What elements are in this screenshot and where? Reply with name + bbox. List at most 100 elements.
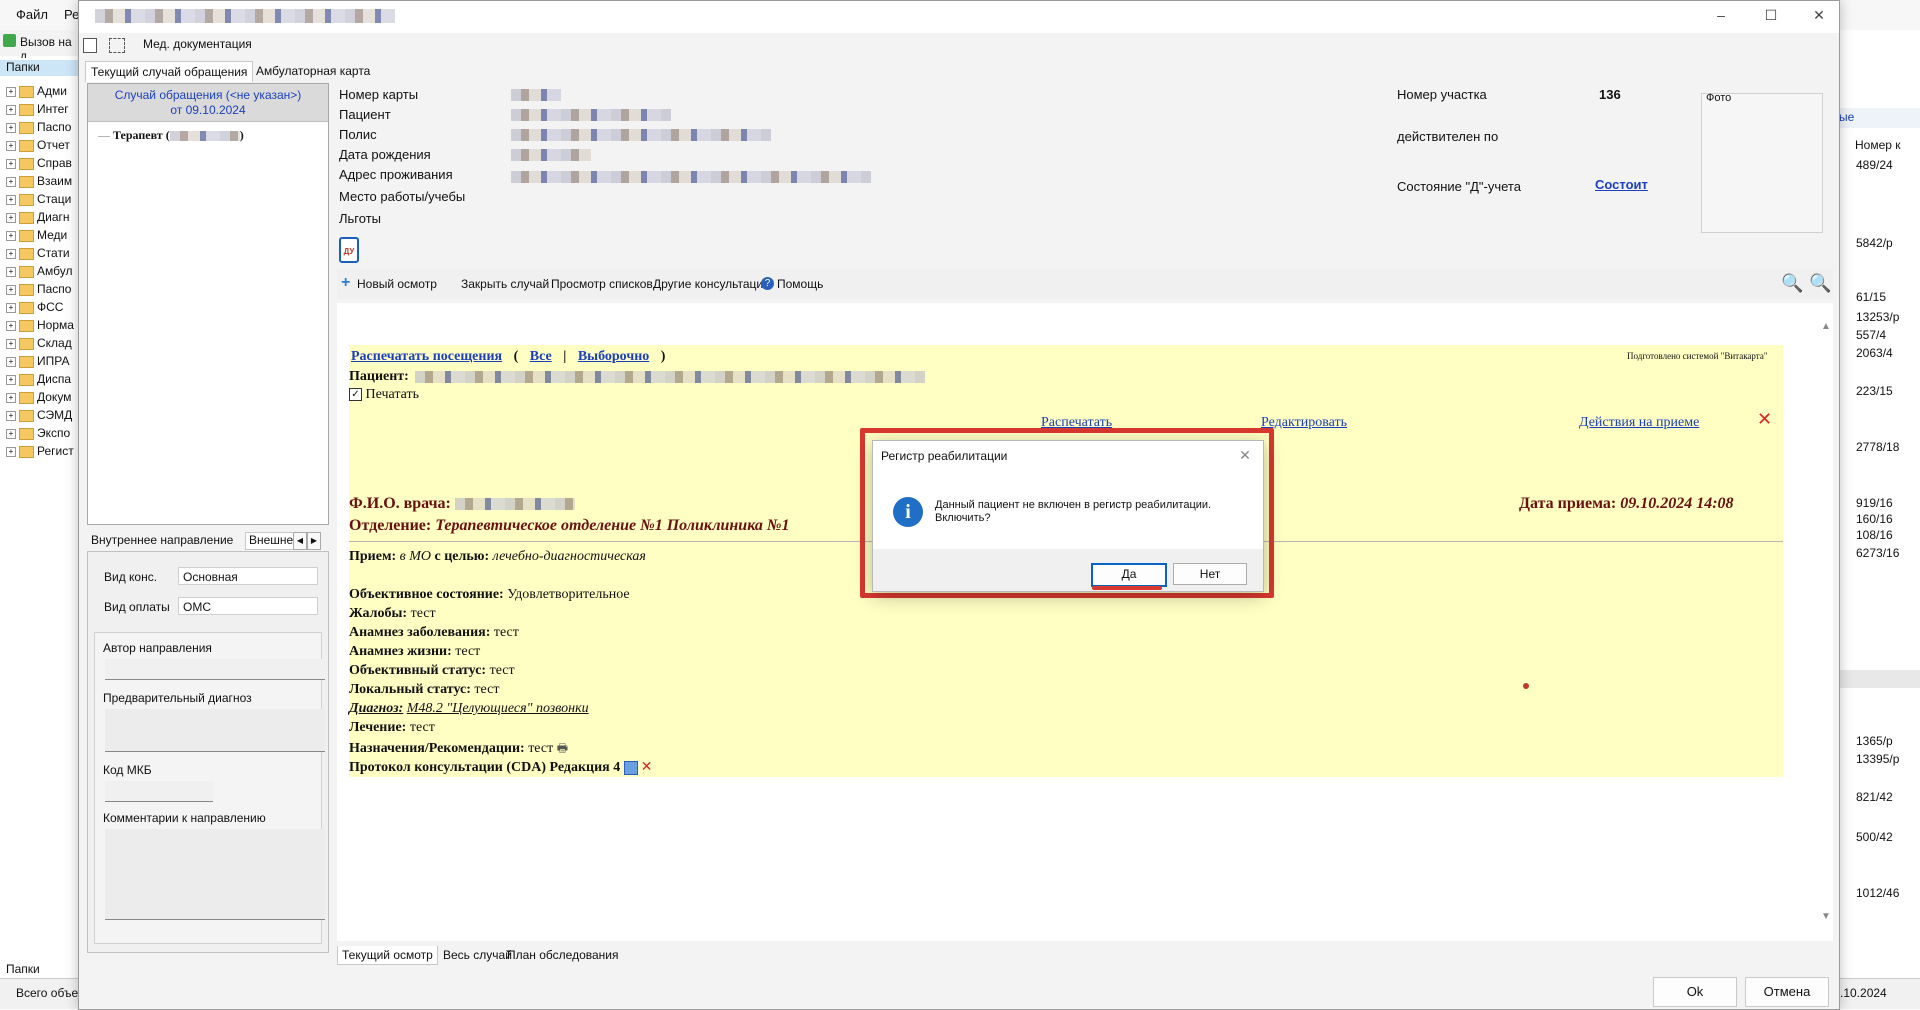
tab-outpatient-card[interactable]: Амбулаторная карта (251, 61, 375, 81)
maximize-icon[interactable]: ☐ (1759, 7, 1783, 27)
scroll-down-icon[interactable]: ▼ (1821, 911, 1831, 922)
table-cell[interactable]: 2778/18 (1856, 440, 1899, 454)
dialog-close-icon[interactable]: ✕ (1235, 447, 1255, 465)
table-cell[interactable]: 61/15 (1856, 290, 1886, 304)
settings-icon[interactable] (109, 38, 125, 53)
help-button[interactable]: Помощь (777, 277, 823, 291)
expand-icon[interactable]: + (6, 410, 16, 421)
vid-oplaty-field[interactable]: ОМС (178, 597, 318, 615)
expand-icon[interactable]: + (6, 230, 16, 241)
table-cell[interactable]: 223/15 (1856, 384, 1893, 398)
tree-item[interactable]: + Норма (6, 318, 78, 336)
table-cell[interactable]: 160/16 (1856, 512, 1893, 526)
tree-item[interactable]: + СЭМД (6, 408, 78, 426)
tree-item[interactable]: + Амбул (6, 264, 78, 282)
table-cell[interactable]: 919/16 (1856, 496, 1893, 510)
table-cell[interactable]: 6273/16 (1856, 546, 1899, 560)
table-cell[interactable]: 821/42 (1856, 790, 1893, 804)
tree-item[interactable]: + Диагн (6, 210, 78, 228)
new-exam-button[interactable]: Новый осмотр (357, 277, 437, 291)
window-titlebar[interactable]: – ☐ ✕ (79, 1, 1839, 33)
table-cell[interactable]: 13395/р (1856, 752, 1899, 766)
med-docs-button[interactable]: Мед. документация (143, 37, 252, 51)
tree-item[interactable]: + Склад (6, 336, 78, 354)
case-item-therapist[interactable]: — Терапевт () (98, 128, 244, 143)
expand-icon[interactable]: + (6, 248, 16, 259)
expand-icon[interactable]: + (6, 374, 16, 385)
expand-icon[interactable]: + (6, 86, 16, 97)
expand-icon[interactable]: + (6, 122, 16, 133)
tree-item[interactable]: + Докум (6, 390, 78, 408)
folders-tab[interactable]: Папки (6, 962, 40, 976)
menu-file[interactable]: Файл (16, 7, 48, 22)
tab-scroll-right-icon[interactable]: ▶ (307, 532, 321, 550)
expand-icon[interactable]: + (6, 104, 16, 115)
table-cell[interactable]: 5842/р (1856, 236, 1893, 250)
yes-button[interactable]: Да (1091, 563, 1167, 587)
delete-protocol-icon[interactable]: ✕ (641, 758, 653, 774)
expand-icon[interactable]: + (6, 266, 16, 277)
d-state-link[interactable]: Состоит (1595, 177, 1648, 192)
tree-item[interactable]: + Стаци (6, 192, 78, 210)
tab-current-exam[interactable]: Текущий осмотр (337, 946, 438, 965)
tree-item[interactable]: + Регист (6, 444, 78, 462)
comments-field[interactable] (105, 829, 325, 920)
print-small-icon[interactable]: 🖶 (557, 741, 568, 755)
edit-protocol-icon[interactable] (623, 760, 638, 775)
minimize-icon[interactable]: – (1709, 7, 1733, 27)
expand-icon[interactable]: + (6, 302, 16, 313)
case-header[interactable]: Случай обращения (<не указан>) от 09.10.… (88, 84, 328, 122)
tree-item[interactable]: + ИПРА (6, 354, 78, 372)
tree-item[interactable]: + Адми (6, 84, 78, 102)
tree-item[interactable]: + Стати (6, 246, 78, 264)
tree-item[interactable]: + Паспо (6, 282, 78, 300)
tree-item[interactable]: + Отчет (6, 138, 78, 156)
cancel-button[interactable]: Отмена (1745, 977, 1829, 1007)
zoom-out-icon[interactable]: 🔍 (1809, 273, 1831, 294)
tab-external-referral[interactable]: Внешне (245, 532, 298, 550)
tree-item[interactable]: + Меди (6, 228, 78, 246)
expand-icon[interactable]: + (6, 446, 16, 457)
mkb-field[interactable] (105, 781, 213, 802)
zoom-in-icon[interactable]: 🔍 (1781, 273, 1803, 294)
expand-icon[interactable]: + (6, 320, 16, 331)
prelim-diag-field[interactable] (105, 709, 325, 752)
scroll-up-icon[interactable]: ▲ (1821, 321, 1831, 332)
tab-current-case[interactable]: Текущий случай обращения (85, 61, 254, 82)
expand-icon[interactable]: + (6, 194, 16, 205)
print-checkbox[interactable]: ✓ (349, 388, 362, 402)
document-icon[interactable] (83, 38, 97, 53)
expand-icon[interactable]: + (6, 176, 16, 187)
expand-icon[interactable]: + (6, 428, 16, 439)
expand-icon[interactable]: + (6, 284, 16, 295)
tree-item[interactable]: + Паспо (6, 120, 78, 138)
expand-icon[interactable]: + (6, 212, 16, 223)
diagnosis-value[interactable]: M48.2 "Целующиеся" позвонки (407, 701, 589, 716)
right-column-header[interactable]: Номер к (1855, 138, 1901, 152)
tab-internal-referral[interactable]: Внутреннее направление (91, 533, 233, 547)
table-cell[interactable]: 1012/46 (1856, 886, 1899, 900)
table-cell[interactable]: 2063/4 (1856, 346, 1893, 360)
dispensary-icon[interactable]: ДУ (339, 237, 359, 263)
tree-item[interactable]: + Диспа (6, 372, 78, 390)
table-cell[interactable]: 13253/р (1856, 310, 1899, 324)
protocol-label[interactable]: Протокол консультации (CDA) Редакция 4 (349, 760, 620, 775)
close-icon[interactable]: ✕ (1807, 7, 1831, 27)
table-cell[interactable]: 489/24 (1856, 158, 1893, 172)
author-field[interactable] (105, 659, 325, 680)
tab-exam-plan[interactable]: План обследования (503, 946, 623, 964)
table-cell[interactable]: 500/42 (1856, 830, 1893, 844)
table-cell[interactable]: 108/16 (1856, 528, 1893, 542)
vid-kons-field[interactable]: Основная (178, 567, 318, 585)
view-lists-button[interactable]: Просмотр списков (551, 277, 653, 291)
selective-link[interactable]: Выборочно (578, 349, 649, 364)
no-button[interactable]: Нет (1173, 563, 1247, 585)
print-visits-link[interactable]: Распечатать посещения (351, 349, 502, 364)
expand-icon[interactable]: + (6, 392, 16, 403)
expand-icon[interactable]: + (6, 338, 16, 349)
expand-icon[interactable]: + (6, 140, 16, 151)
delete-icon[interactable]: ✕ (1757, 409, 1772, 430)
table-cell[interactable]: 1365/р (1856, 734, 1893, 748)
tree-item[interactable]: + Интег (6, 102, 78, 120)
all-link[interactable]: Все (530, 349, 552, 364)
